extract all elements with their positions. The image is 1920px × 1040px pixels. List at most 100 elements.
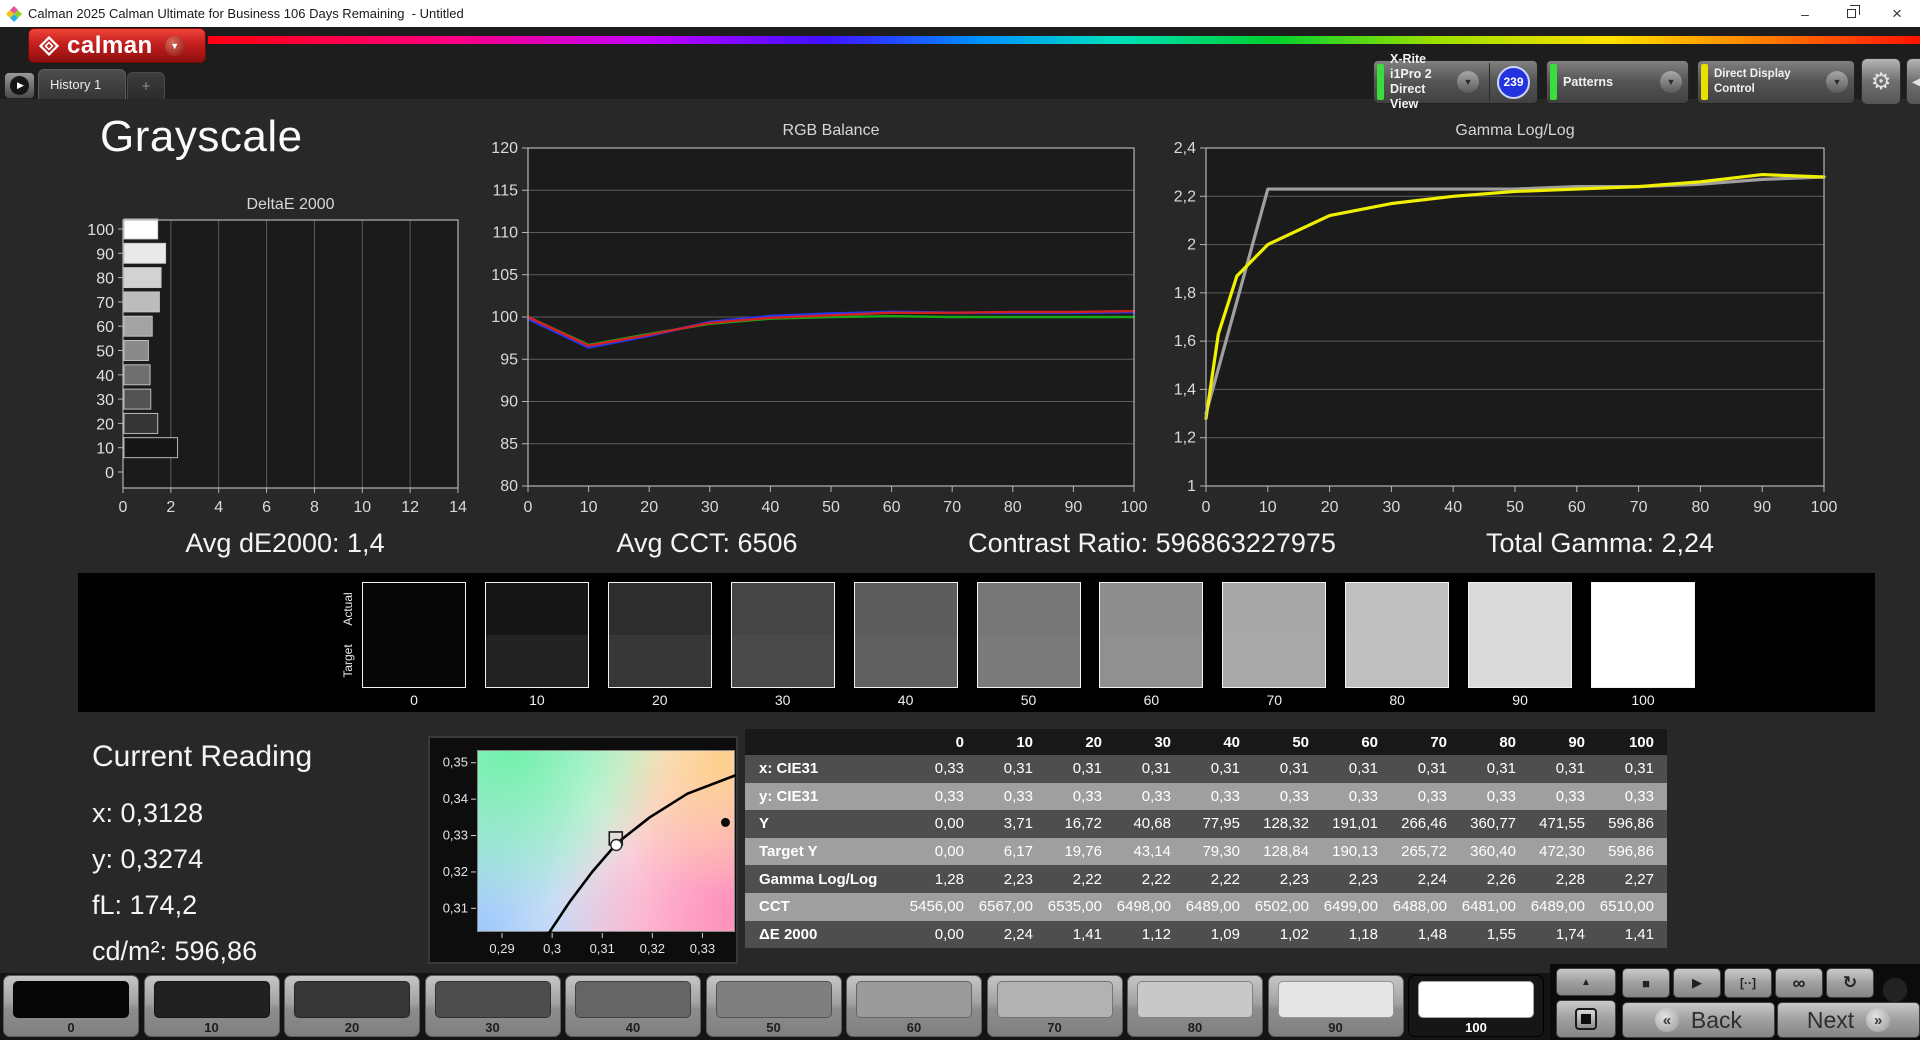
gear-icon: ⚙ xyxy=(1870,68,1892,94)
meter-chevron-icon: ▼ xyxy=(1457,71,1479,93)
svg-text:110: 110 xyxy=(492,225,518,242)
table-header-cell: 50 xyxy=(1292,733,1309,751)
pattern-patch-60[interactable]: 60 xyxy=(846,975,982,1037)
swatch-actual xyxy=(1592,583,1694,635)
settings-button[interactable]: ⚙ xyxy=(1861,58,1901,105)
table-header-cell: 60 xyxy=(1361,733,1378,751)
patch-label: 80 xyxy=(1187,1020,1203,1035)
pattern-patch-90[interactable]: 90 xyxy=(1267,975,1404,1037)
collapse-panel-button[interactable]: ◀ xyxy=(1906,58,1920,105)
single-measure-button[interactable]: [··] xyxy=(1724,968,1772,998)
grayscale-swatch-70 xyxy=(1222,582,1327,688)
table-cell: 6502,00 xyxy=(1254,898,1309,916)
svg-text:4: 4 xyxy=(214,499,223,516)
meter-dropdown[interactable]: X-Rite i1Pro 2 Direct View ▼ 239 xyxy=(1373,52,1538,111)
reading-fl: fL: 174,2 xyxy=(92,890,198,920)
table-cell: 0,33 xyxy=(1003,787,1033,805)
swatch-target xyxy=(731,635,834,687)
pattern-patch-30[interactable]: 30 xyxy=(424,975,561,1037)
tab-label: History 1 xyxy=(50,77,102,92)
table-cell: 0,31 xyxy=(1072,760,1102,778)
collapse-up-icon: ▲ xyxy=(1581,976,1591,988)
pattern-patch-80[interactable]: 80 xyxy=(1127,975,1263,1037)
minimize-button[interactable]: – xyxy=(1782,0,1828,27)
svg-text:115: 115 xyxy=(492,182,518,199)
patch-label: 50 xyxy=(766,1020,781,1035)
svg-text:100: 100 xyxy=(491,309,518,326)
pattern-patch-70[interactable]: 70 xyxy=(986,975,1123,1037)
svg-text:0,34: 0,34 xyxy=(443,791,468,806)
pattern-patch-0[interactable]: 0 xyxy=(3,975,139,1037)
svg-text:6: 6 xyxy=(262,499,271,516)
close-icon: × xyxy=(1892,3,1902,23)
svg-text:0,32: 0,32 xyxy=(640,941,665,956)
pattern-patch-10[interactable]: 10 xyxy=(143,975,280,1037)
grayscale-swatch-30 xyxy=(730,582,835,688)
grayscale-data-table: 0 10 20 30 40 50 60 70 80 90 100 x: CIE31 0,33 0,31 0,… xyxy=(745,729,1667,949)
table-cell: 1,09 xyxy=(1210,925,1240,943)
svg-text:90: 90 xyxy=(1065,499,1083,516)
play-icon: ▶ xyxy=(10,76,29,95)
calman-diamond-icon xyxy=(38,35,60,56)
record-indicator xyxy=(1882,977,1908,1003)
table-cell: 3,71 xyxy=(1003,815,1033,833)
patch-swatch xyxy=(1418,981,1534,1018)
tab-history-1[interactable]: History 1 xyxy=(38,69,126,99)
table-header-cell: 90 xyxy=(1568,733,1585,751)
table-cell: 2,23 xyxy=(1279,870,1309,888)
pattern-patch-50[interactable]: 50 xyxy=(705,975,842,1037)
patch-label: 100 xyxy=(1465,1020,1487,1035)
swatch-target xyxy=(1100,635,1203,687)
grayscale-swatch-50 xyxy=(976,582,1081,688)
table-cell: 2,22 xyxy=(1210,870,1240,888)
restore-button[interactable] xyxy=(1828,0,1874,27)
continuous-measure-button[interactable]: ∞ xyxy=(1775,968,1823,998)
patterns-dropdown[interactable]: Patterns ▼ xyxy=(1546,60,1689,104)
svg-text:30: 30 xyxy=(96,392,114,409)
collapse-up-button[interactable]: ▲ xyxy=(1556,968,1616,996)
svg-text:2: 2 xyxy=(1187,237,1196,254)
pattern-patch-40[interactable]: 40 xyxy=(565,975,701,1037)
pattern-patch-100[interactable]: 100 xyxy=(1408,975,1544,1037)
svg-text:2,2: 2,2 xyxy=(1174,188,1196,205)
patch-swatch xyxy=(434,981,551,1018)
table-cell: 77,95 xyxy=(1202,815,1240,833)
swatch-target xyxy=(1592,635,1694,687)
swatch-level-label: 80 xyxy=(1389,692,1405,708)
svg-text:10: 10 xyxy=(353,499,371,516)
close-button[interactable]: × xyxy=(1874,0,1920,27)
calman-menu-button[interactable]: calman ▼ xyxy=(28,28,206,63)
pattern-patch-20[interactable]: 20 xyxy=(284,975,420,1037)
display-control-dropdown[interactable]: Direct Display Control ▼ xyxy=(1697,60,1855,104)
table-cell: 0,00 xyxy=(934,843,964,861)
pattern-window-button[interactable] xyxy=(1556,1000,1616,1038)
table-row-label: CCT xyxy=(759,898,790,916)
add-tab-button[interactable]: + xyxy=(127,72,165,99)
table-cell: 360,40 xyxy=(1470,843,1516,861)
svg-text:0: 0 xyxy=(1202,499,1211,516)
back-button[interactable]: « Back xyxy=(1622,1002,1775,1038)
patch-swatch xyxy=(1277,981,1394,1018)
svg-text:60: 60 xyxy=(1568,499,1586,516)
app-logo-icon xyxy=(6,5,22,22)
table-cell: 1,48 xyxy=(1417,925,1447,943)
play-measure-button[interactable]: ▶ xyxy=(1673,968,1721,998)
table-cell: 0,33 xyxy=(1210,787,1240,805)
next-button[interactable]: Next » xyxy=(1777,1002,1920,1038)
table-cell: 0,31 xyxy=(1210,760,1240,778)
play-icon: ▶ xyxy=(1692,975,1702,990)
session-play-button[interactable]: ▶ xyxy=(4,72,35,99)
loop-measure-button[interactable]: ↻ xyxy=(1826,968,1874,998)
swatch-actual xyxy=(1100,583,1203,635)
svg-text:80: 80 xyxy=(1004,499,1022,516)
cie-chart-plot: 0,31 0,32 0,33 0,34 0,35 0,29 0,3 0,31 0,32 0,33 xyxy=(443,755,736,956)
table-header-row: 0 10 20 30 40 50 60 70 80 90 100 xyxy=(745,729,1667,755)
table-row-label: y: CIE31 xyxy=(759,787,819,805)
table-row: Gamma Log/Log 1,28 2,23 2,22 2,22 2,22 2,23 2,2… xyxy=(745,865,1667,893)
patch-swatch xyxy=(153,981,270,1018)
table-row-label: Gamma Log/Log xyxy=(759,870,878,888)
stop-measure-button[interactable]: ■ xyxy=(1622,968,1670,998)
minimize-icon: – xyxy=(1801,5,1809,22)
svg-text:0,3: 0,3 xyxy=(543,941,561,956)
table-header-cell: 10 xyxy=(1016,733,1033,751)
